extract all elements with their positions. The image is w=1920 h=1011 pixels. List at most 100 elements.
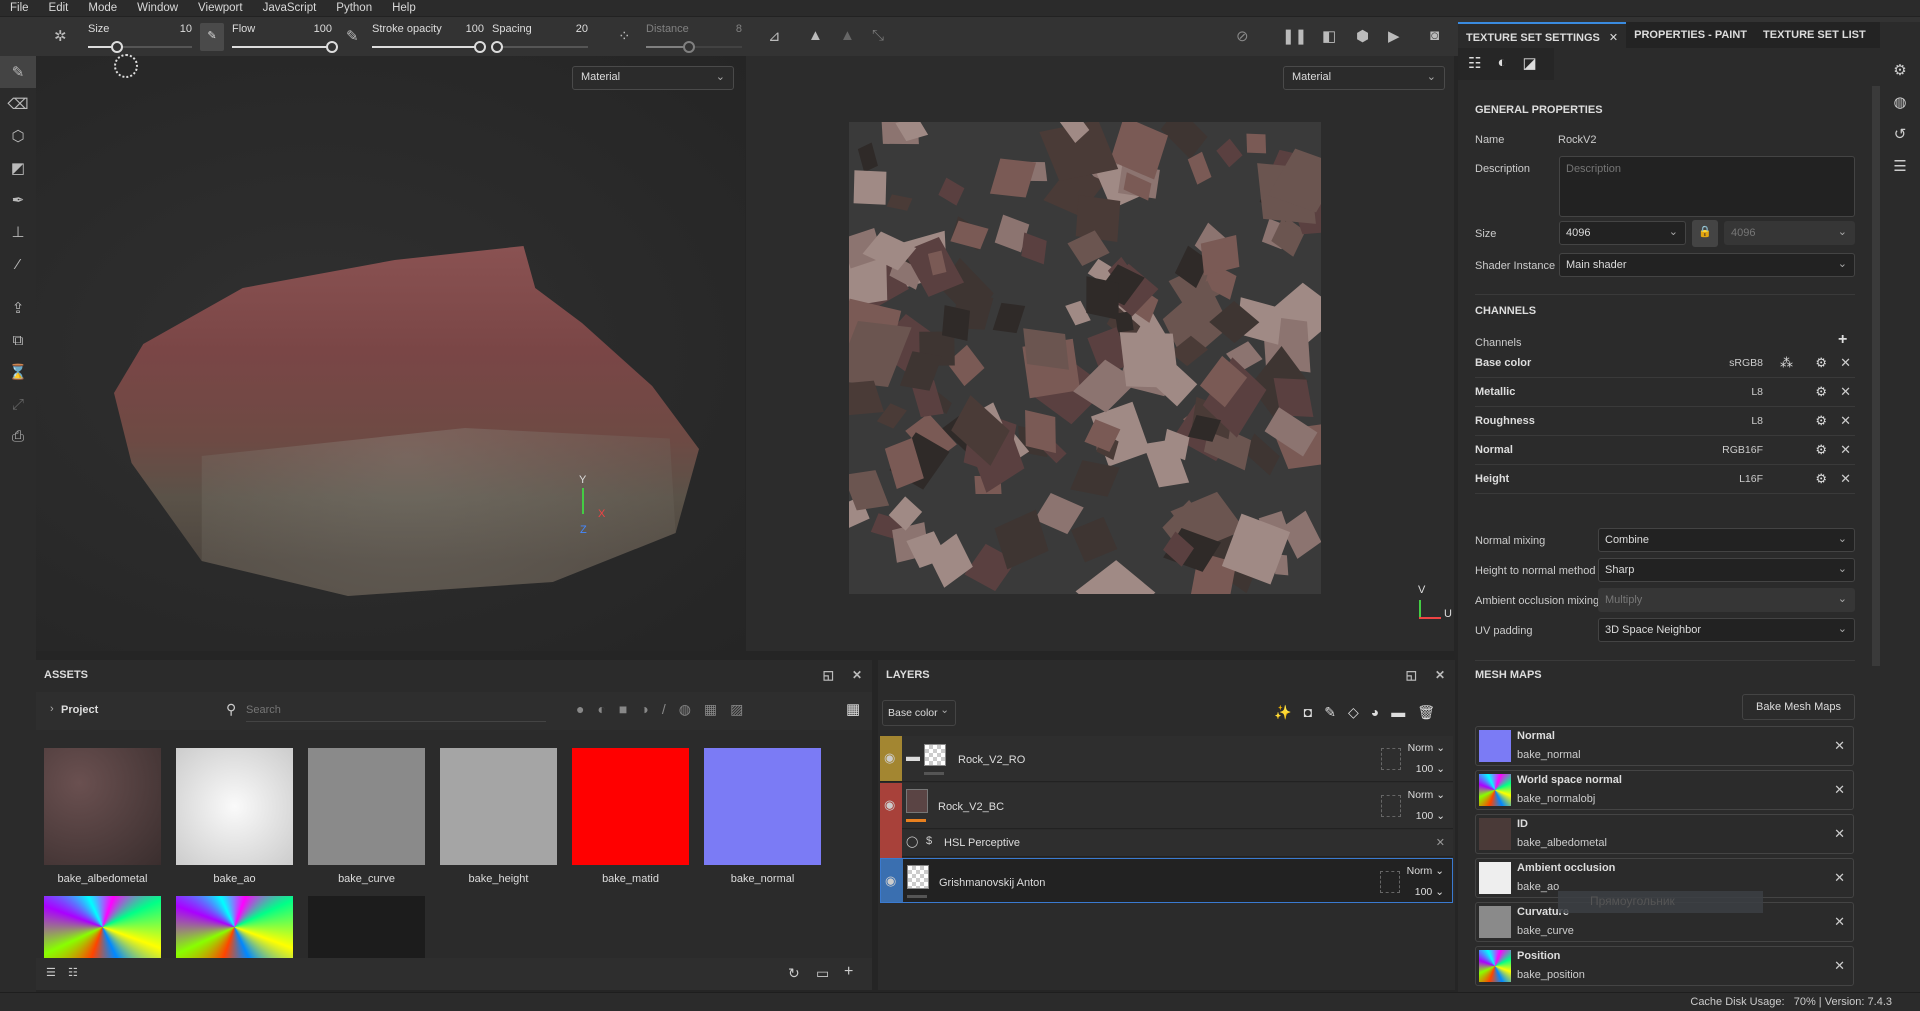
asset-thumbnail[interactable] xyxy=(44,748,161,865)
new-shelf-icon[interactable]: ▭ xyxy=(816,965,829,982)
viewport-2d[interactable]: Material ⌄ V U xyxy=(746,56,1454,651)
tab-texture-set-list[interactable]: TEXTURE SET LIST xyxy=(1755,22,1874,48)
mesh-map-slot[interactable]: World space normal bake_normalobj ✕ xyxy=(1475,770,1854,810)
transform-tool-icon[interactable]: ⤢ xyxy=(0,388,36,420)
blend-mode[interactable]: Norm ⌄ xyxy=(1408,742,1445,754)
remove-channel-icon[interactable]: ✕ xyxy=(1840,384,1851,400)
viewport-3d[interactable]: Material ⌄ Y X Z xyxy=(36,54,745,651)
projection-tool-icon[interactable]: ⬡ xyxy=(0,120,36,152)
color-profile-icon[interactable]: ⁂ xyxy=(1780,355,1793,371)
add-channel-icon[interactable]: + xyxy=(1838,331,1847,349)
distance-handle[interactable] xyxy=(683,41,696,53)
mask-slot[interactable] xyxy=(1381,795,1401,817)
remove-channel-icon[interactable]: ✕ xyxy=(1840,413,1851,429)
history-icon[interactable]: ↺ xyxy=(1880,118,1920,150)
menu-mode[interactable]: Mode xyxy=(88,2,117,14)
undock-icon[interactable]: ◱ xyxy=(1406,668,1417,682)
spacing-handle[interactable] xyxy=(490,41,503,53)
screenshot-icon[interactable]: ◙ xyxy=(1430,27,1439,44)
size-handle[interactable] xyxy=(111,41,124,53)
color-picker-icon[interactable]: ⁄ xyxy=(0,248,36,280)
shader-instance-select[interactable]: Main shader ⌄ xyxy=(1559,253,1855,277)
add-fill-layer-icon[interactable]: ◇ xyxy=(1348,704,1371,720)
remove-mesh-map-icon[interactable]: ✕ xyxy=(1834,738,1845,754)
breadcrumb-project[interactable]: Project xyxy=(61,704,98,716)
asset-thumbnail[interactable] xyxy=(176,748,293,865)
smudge-tool-icon[interactable]: ✒ xyxy=(0,184,36,216)
viewport-2d-mode-select[interactable]: Material ⌄ xyxy=(1283,66,1445,90)
mesh-map-slot[interactable]: ID bake_albedometal ✕ xyxy=(1475,814,1854,854)
add-mask-icon[interactable]: ◘ xyxy=(1304,704,1324,720)
layer-name[interactable]: Rock_V2_BC xyxy=(938,801,1004,813)
list-settings-icon[interactable]: ☰ xyxy=(46,966,56,979)
add-smart-material-icon[interactable]: ◕ xyxy=(1371,704,1391,720)
transform-icon[interactable]: ⤡ xyxy=(872,27,884,44)
asset-thumbnail[interactable] xyxy=(572,748,689,865)
description-field[interactable] xyxy=(1559,156,1855,217)
stroke-pressure-icon[interactable]: ✎ xyxy=(346,27,359,45)
camera-icon[interactable]: ▶ xyxy=(1388,27,1400,45)
symmetry-settings-icon[interactable]: ▲ xyxy=(840,27,855,44)
mesh-map-slot[interactable]: Position bake_position ✕ xyxy=(1475,946,1854,986)
add-folder-icon[interactable]: ▬ xyxy=(1391,704,1417,720)
grid-view-icon[interactable]: ▦ xyxy=(846,700,860,718)
remove-mesh-map-icon[interactable]: ✕ xyxy=(1834,782,1845,798)
library-icon[interactable]: ☷ xyxy=(68,966,78,979)
effect-visibility-icon[interactable]: ◯ xyxy=(906,835,918,848)
menu-viewport[interactable]: Viewport xyxy=(198,2,243,14)
uv-tab-icon[interactable]: ◪ xyxy=(1523,54,1537,74)
asset-thumbnail[interactable] xyxy=(308,748,425,865)
layer-name[interactable]: Rock_V2_RO xyxy=(958,754,1025,766)
channel-format[interactable]: L8 xyxy=(1751,386,1763,398)
material-tab-icon[interactable]: ◐ xyxy=(1497,54,1506,74)
close-icon[interactable]: ✕ xyxy=(1435,668,1445,682)
blend-mode[interactable]: Norm ⌄ xyxy=(1408,789,1445,801)
channel-settings-icon[interactable]: ⚙ xyxy=(1815,442,1827,458)
channel-select[interactable]: Base color ⌄ xyxy=(882,700,956,726)
menu-javascript[interactable]: JavaScript xyxy=(263,2,317,14)
mesh-map-slot[interactable]: Normal bake_normal ✕ xyxy=(1475,726,1854,766)
flow-handle[interactable] xyxy=(326,41,338,53)
layer-row-selected[interactable]: ◉ Grishmanovskij Anton Norm ⌄ 100 ⌄ xyxy=(880,858,1453,903)
layer-opacity[interactable]: 100 ⌄ xyxy=(1416,810,1445,822)
polygon-fill-tool-icon[interactable]: ◩ xyxy=(0,152,36,184)
add-paint-layer-icon[interactable]: ✎ xyxy=(1324,704,1348,720)
display-mode-icon[interactable]: ⬢ xyxy=(1356,27,1369,45)
add-effect-icon[interactable]: ✨ xyxy=(1274,704,1303,720)
blend-mode[interactable]: Norm ⌄ xyxy=(1407,865,1444,877)
geometry-mask-icon[interactable]: ⧉ xyxy=(0,324,36,356)
channel-settings-icon[interactable]: ⚙ xyxy=(1815,384,1827,400)
remove-mesh-map-icon[interactable]: ✕ xyxy=(1834,914,1845,930)
settings-tab-icon[interactable]: ☷ xyxy=(1468,54,1481,74)
hide-icon[interactable]: ⊘ xyxy=(1236,27,1249,45)
visibility-eye-icon[interactable]: ◉ xyxy=(884,797,895,813)
asset-thumbnail[interactable] xyxy=(440,748,557,865)
remove-mesh-map-icon[interactable]: ✕ xyxy=(1834,958,1845,974)
layer-name[interactable]: Grishmanovskij Anton xyxy=(939,877,1045,889)
clone-tool-icon[interactable]: ⊥ xyxy=(0,216,36,248)
close-icon[interactable]: ✕ xyxy=(852,668,862,682)
channel-settings-icon[interactable]: ⚙ xyxy=(1815,355,1827,371)
brush-preset-icon[interactable]: ✲ xyxy=(54,27,67,45)
bake-icon[interactable]: ⇪ xyxy=(0,292,36,324)
remove-mesh-map-icon[interactable]: ✕ xyxy=(1834,870,1845,886)
remove-channel-icon[interactable]: ✕ xyxy=(1840,471,1851,487)
mask-slot[interactable] xyxy=(1381,748,1401,770)
symmetry-icon[interactable]: ▲ xyxy=(808,27,823,44)
eraser-tool-icon[interactable]: ⌫ xyxy=(0,88,36,120)
channel-format[interactable]: L16F xyxy=(1739,473,1763,485)
paint-tool-icon[interactable]: ✎ xyxy=(0,56,36,88)
refresh-icon[interactable]: ↻ xyxy=(788,965,800,982)
height-to-normal-select[interactable]: Sharp ⌄ xyxy=(1598,558,1855,582)
asset-thumbnail[interactable] xyxy=(176,896,293,958)
channel-settings-icon[interactable]: ⚙ xyxy=(1815,471,1827,487)
layer-opacity[interactable]: 100 ⌄ xyxy=(1416,763,1445,775)
asset-thumbnail[interactable] xyxy=(44,896,161,958)
stroke-opacity-handle[interactable] xyxy=(474,41,486,53)
undock-icon[interactable]: ◱ xyxy=(823,668,834,682)
menu-help[interactable]: Help xyxy=(392,2,416,14)
layer-row[interactable]: ◉ Rock_V2_BC Norm ⌄ 100 ⌄ xyxy=(880,783,1453,858)
add-icon[interactable]: + xyxy=(844,963,853,981)
menu-edit[interactable]: Edit xyxy=(49,2,69,14)
split-view-icon[interactable]: ◧ xyxy=(1322,27,1336,45)
